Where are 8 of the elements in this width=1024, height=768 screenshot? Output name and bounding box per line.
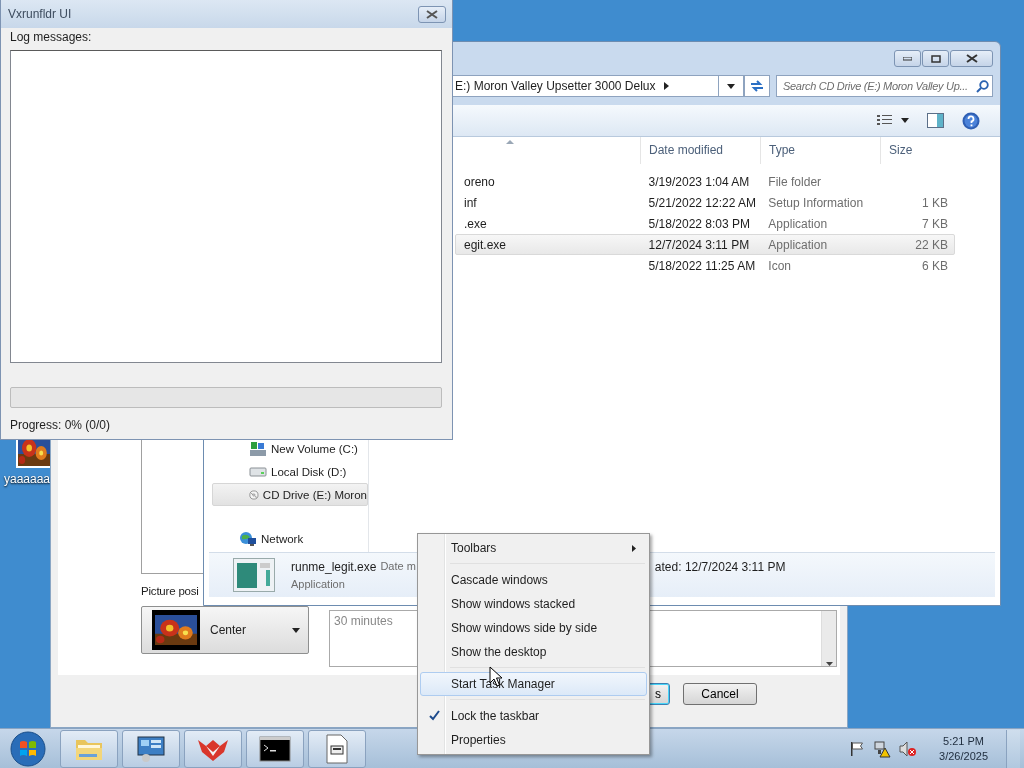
window-title: Vxrunfldr UI (8, 7, 72, 21)
date-created: ated: 12/7/2024 3:11 PM (654, 560, 786, 574)
file-type: Application (291, 578, 345, 590)
date-label: Date m (380, 560, 416, 572)
progress-text: Progress: 0% (0/0) (10, 418, 112, 432)
file-name: runme_legit.exe (291, 560, 377, 574)
log-label: Log messages: (10, 30, 93, 44)
picture-position-label: Picture posi (141, 585, 199, 597)
